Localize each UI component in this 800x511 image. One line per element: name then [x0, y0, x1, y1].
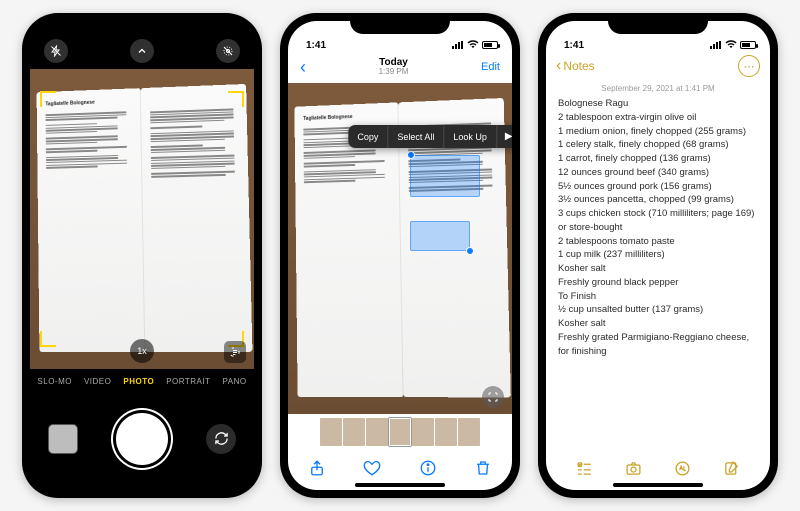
notes-back-button[interactable]: ‹ Notes: [556, 57, 595, 75]
live-text-icon[interactable]: [224, 341, 246, 363]
filmstrip-thumb[interactable]: [320, 418, 342, 446]
photo-filmstrip[interactable]: [288, 414, 512, 450]
note-line: ½ cup unsalted butter (137 grams): [558, 303, 758, 317]
last-photo-thumbnail[interactable]: [48, 424, 78, 454]
mode-video[interactable]: VIDEO: [84, 377, 111, 386]
notes-navbar: ‹ Notes ⋯: [546, 51, 770, 81]
live-photo-icon[interactable]: [216, 39, 240, 63]
battery-icon: [740, 41, 756, 49]
wifi-icon: [467, 39, 479, 51]
filmstrip-thumb-current[interactable]: [389, 418, 411, 446]
more-options-icon[interactable]: ⋯: [738, 55, 760, 77]
status-time: 1:41: [564, 40, 584, 51]
note-line: 3½ ounces pancetta, chopped (99 grams): [558, 193, 758, 207]
note-line: 1 medium onion, finely chopped (255 gram…: [558, 125, 758, 139]
notch: [350, 13, 450, 34]
battery-icon: [482, 41, 498, 49]
note-line: Freshly grated Parmigiano-Reggiano chees…: [558, 331, 758, 359]
scan-corner-icon: [40, 91, 56, 107]
filmstrip-thumb[interactable]: [435, 418, 457, 446]
note-line: Kosher salt: [558, 262, 758, 276]
status-icons: [710, 39, 756, 51]
info-icon[interactable]: [419, 459, 437, 482]
phone-photos: 1:41 ‹ Today 1:39 PM Edit Tagliatelle Bo…: [280, 13, 520, 498]
note-line: 1 carrot, finely chopped (136 grams): [558, 152, 758, 166]
scan-corner-icon: [40, 331, 56, 347]
camera-controls: [30, 393, 254, 490]
mode-slomo[interactable]: SLO-MO: [37, 377, 72, 386]
camera-mode-row[interactable]: SLO-MO VIDEO PHOTO PORTRAIT PANO: [30, 369, 254, 393]
notch: [92, 13, 192, 34]
note-body[interactable]: Bolognese Ragu2 tablespoon extra-virgin …: [546, 97, 770, 452]
wifi-icon: [725, 39, 737, 51]
photo-viewer[interactable]: Tagliatelle Bolognese: [288, 83, 512, 414]
trash-icon[interactable]: [474, 459, 492, 482]
home-indicator[interactable]: [613, 483, 703, 487]
recipe-title-page: Tagliatelle Bolognese: [303, 113, 388, 123]
note-line: Bolognese Ragu: [558, 97, 758, 111]
mode-photo[interactable]: PHOTO: [123, 377, 154, 386]
note-timestamp: September 29, 2021 at 1:41 PM: [546, 81, 770, 97]
camera-icon[interactable]: [625, 460, 642, 482]
note-line: 3 cups chicken stock (710 milliliters; p…: [558, 207, 758, 235]
phone-camera: Tagliatelle Bolognese: [22, 13, 262, 498]
text-selection[interactable]: [410, 155, 480, 197]
shutter-button[interactable]: [116, 413, 168, 465]
selection-handle[interactable]: [466, 247, 474, 255]
book-photo: Tagliatelle Bolognese: [37, 84, 253, 352]
note-line: 2 tablespoons tomato paste: [558, 235, 758, 249]
phone-notes: 1:41 ‹ Notes ⋯ September 29, 2021 at 1:4…: [538, 13, 778, 498]
filmstrip-thumb[interactable]: [412, 418, 434, 446]
markup-icon[interactable]: [674, 460, 691, 482]
chevron-left-icon: ‹: [556, 57, 561, 75]
compose-icon[interactable]: [723, 460, 740, 482]
camera-viewfinder[interactable]: Tagliatelle Bolognese: [30, 69, 254, 369]
copy-button[interactable]: Copy: [348, 126, 387, 148]
cellular-icon: [452, 41, 464, 49]
note-line: 1 celery stalk, finely chopped (68 grams…: [558, 138, 758, 152]
note-line: To Finish: [558, 290, 758, 304]
recipe-title-page: Tagliatelle Bolognese: [45, 98, 130, 108]
flash-icon[interactable]: [44, 39, 68, 63]
back-button[interactable]: ‹: [300, 57, 306, 78]
edit-button[interactable]: Edit: [481, 61, 500, 73]
zoom-level-button[interactable]: 1x: [130, 339, 154, 363]
selection-handle[interactable]: [407, 151, 415, 159]
camera-flip-icon[interactable]: [206, 424, 236, 454]
live-text-scan-icon[interactable]: [482, 386, 504, 408]
cellular-icon: [710, 41, 722, 49]
select-all-button[interactable]: Select All: [387, 126, 443, 148]
checklist-icon[interactable]: [576, 460, 593, 482]
photo-navbar: ‹ Today 1:39 PM Edit: [288, 51, 512, 83]
text-selection[interactable]: [410, 221, 470, 251]
filmstrip-thumb[interactable]: [366, 418, 388, 446]
home-indicator[interactable]: [355, 483, 445, 487]
note-line: 2 tablespoon extra-virgin olive oil: [558, 111, 758, 125]
heart-icon[interactable]: [363, 459, 381, 482]
mode-portrait[interactable]: PORTRAIT: [166, 377, 210, 386]
filmstrip-thumb[interactable]: [458, 418, 480, 446]
camera-chevron-up-icon[interactable]: [130, 39, 154, 63]
note-line: 12 ounces ground beef (340 grams): [558, 166, 758, 180]
mode-pano[interactable]: PANO: [223, 377, 247, 386]
status-time: 1:41: [306, 40, 326, 51]
photo-title: Today 1:39 PM: [379, 57, 409, 77]
photos-app-screen: 1:41 ‹ Today 1:39 PM Edit Tagliatelle Bo…: [288, 21, 512, 490]
popover-more-icon[interactable]: ▶: [496, 125, 512, 148]
look-up-button[interactable]: Look Up: [443, 126, 496, 148]
note-line: Freshly ground black pepper: [558, 276, 758, 290]
notes-app-screen: 1:41 ‹ Notes ⋯ September 29, 2021 at 1:4…: [546, 21, 770, 490]
notch: [608, 13, 708, 34]
camera-app-screen: Tagliatelle Bolognese: [30, 21, 254, 490]
note-line: Kosher salt: [558, 317, 758, 331]
note-line: 5½ ounces ground pork (156 grams): [558, 180, 758, 194]
text-popover: Copy Select All Look Up ▶: [348, 125, 512, 148]
share-icon[interactable]: [308, 459, 326, 482]
note-line: 1 cup milk (237 milliliters): [558, 248, 758, 262]
scan-corner-icon: [228, 91, 244, 107]
status-icons: [452, 39, 498, 51]
filmstrip-thumb[interactable]: [343, 418, 365, 446]
